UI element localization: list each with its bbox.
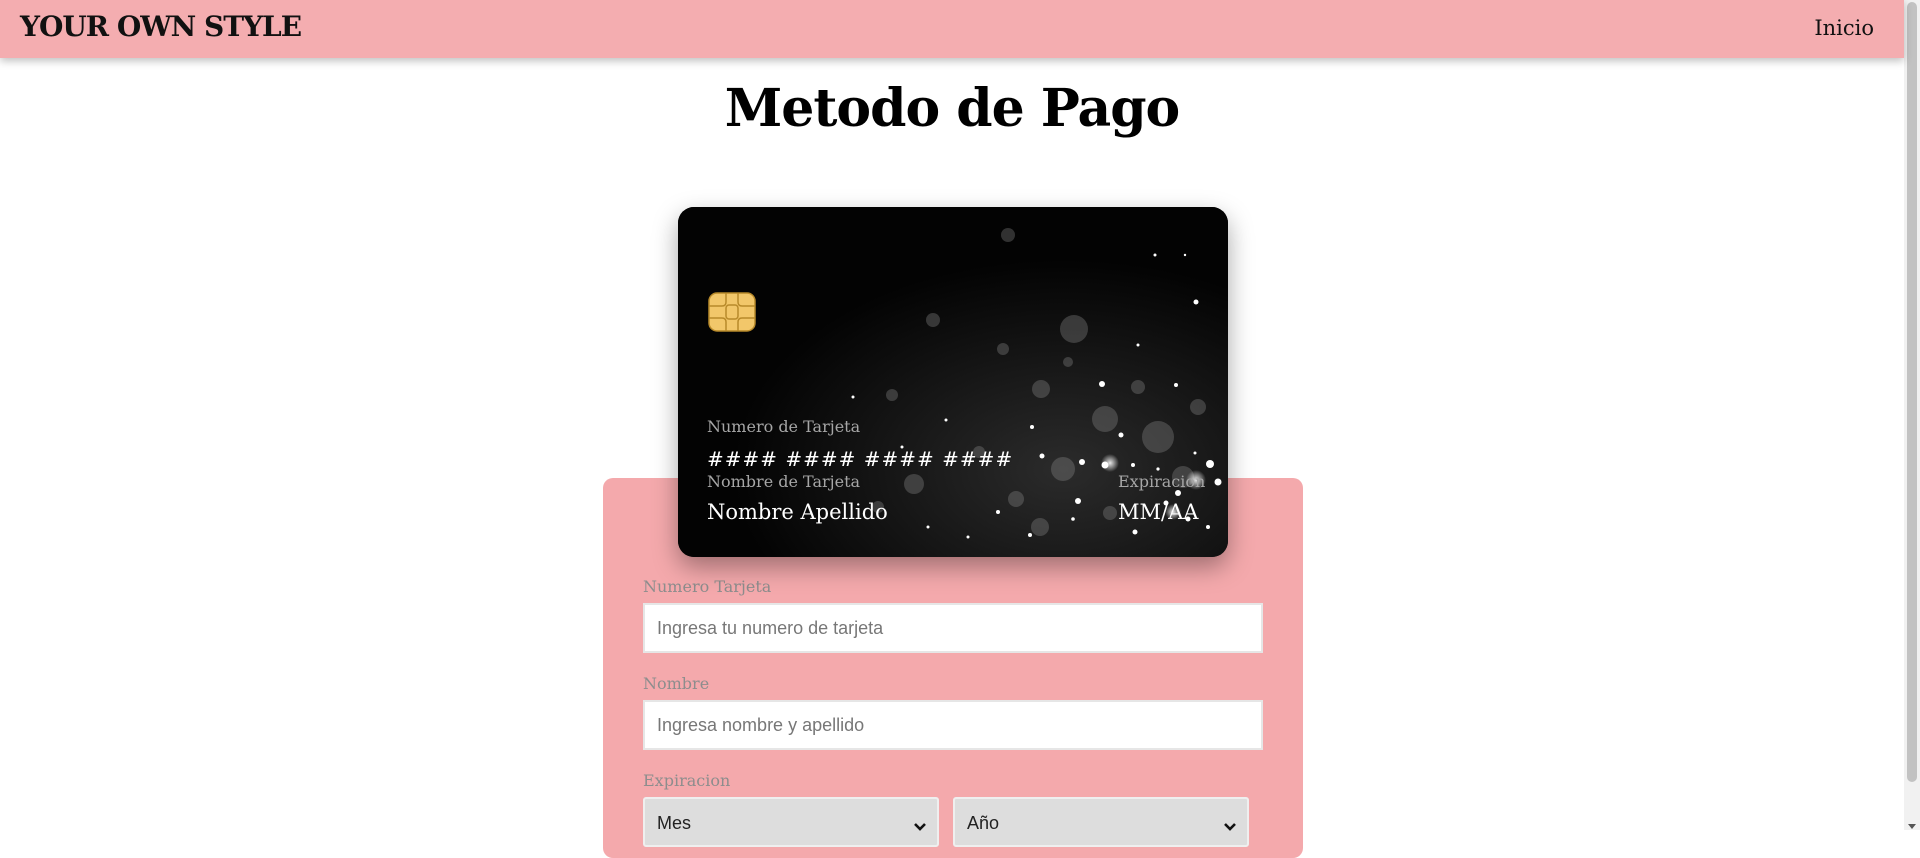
card-name-value: Nombre Apellido — [707, 500, 888, 524]
credit-card-preview: Numero de Tarjeta #### #### #### #### No… — [678, 207, 1228, 557]
card-number-value: #### #### #### #### — [707, 447, 1014, 471]
card-number-input[interactable] — [643, 603, 1263, 653]
card-chip-icon — [708, 292, 756, 336]
card-name-label: Nombre de Tarjeta — [707, 472, 861, 491]
nav-link-inicio[interactable]: Inicio — [1814, 16, 1874, 40]
scroll-down-arrow-icon[interactable] — [1907, 816, 1917, 835]
top-navbar: YOUR OWN STYLE Inicio — [0, 0, 1904, 58]
scrollbar-thumb[interactable] — [1907, 2, 1917, 782]
year-select[interactable]: Año — [953, 797, 1249, 847]
card-number-label: Numero de Tarjeta — [707, 417, 861, 436]
chevron-down-icon — [913, 817, 927, 836]
page-title: Metodo de Pago — [724, 78, 1180, 139]
expiry-field-label: Expiracion — [643, 771, 731, 790]
year-select-value: Año — [967, 813, 1000, 833]
card-expiry-label: Expiracion — [1118, 472, 1206, 491]
chevron-down-icon — [1223, 817, 1237, 836]
month-select[interactable]: Mes — [643, 797, 939, 847]
name-input[interactable] — [643, 700, 1263, 750]
month-select-value: Mes — [657, 813, 692, 833]
card-expiry-value: MM/AA — [1118, 500, 1199, 524]
card-number-field-label: Numero Tarjeta — [643, 577, 772, 596]
page-scrollbar[interactable] — [1904, 0, 1920, 830]
name-field-label: Nombre — [643, 674, 710, 693]
brand-logo[interactable]: YOUR OWN STYLE — [20, 10, 302, 43]
